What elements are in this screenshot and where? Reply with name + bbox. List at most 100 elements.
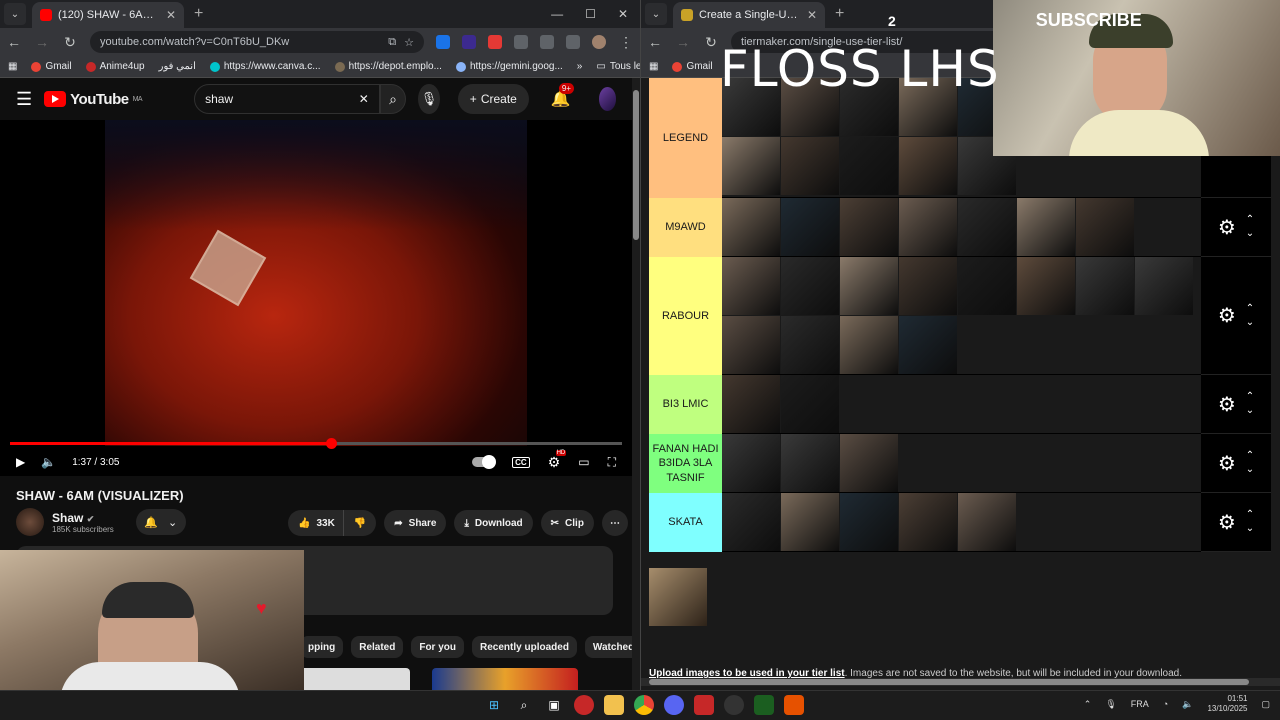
download-button[interactable]: ⤓ Download [454,510,533,536]
chevron-down-icon[interactable]: ⌄ [1246,465,1254,475]
chrome-icon[interactable] [634,695,654,715]
bookmark-gmail[interactable]: Gmail [31,61,72,72]
chevron-up-icon[interactable]: ⌃ [1246,510,1254,520]
url-field[interactable]: youtube.com/watch?v=C0nT6bU_DKw ⧉ ☆ [90,31,424,53]
back-icon[interactable]: ← [6,34,22,50]
bookmark-anime4up[interactable]: Anime4up [85,61,145,72]
progress-bar[interactable] [10,438,622,449]
apps-grid-icon[interactable]: ▦ [649,61,658,72]
forward-icon[interactable]: → [675,34,691,50]
tier-image-card[interactable] [781,198,839,256]
dislike-button[interactable]: 👎 [342,510,377,536]
tier-label[interactable]: FANAN HADI B3IDA 3LA TASNIF [649,434,722,493]
chevron-up-icon[interactable]: ⌃ [1246,392,1254,402]
close-tab-icon[interactable]: ✕ [166,8,176,22]
chevron-down-icon[interactable]: ⌄ [1246,406,1254,416]
chevron-up-icon[interactable]: ⌃ [1246,215,1254,225]
fullscreen-icon[interactable]: ⛶ [608,455,616,470]
file-explorer-icon[interactable] [604,695,624,715]
new-tab-icon[interactable]: + [835,5,844,23]
profile-avatar-icon[interactable] [592,35,606,49]
channel-name[interactable]: Shaw ✔ [52,511,114,525]
obs-icon[interactable] [724,695,744,715]
tier-image-card[interactable] [840,257,898,315]
microphone-icon[interactable]: 🎙 [418,84,440,114]
app-icon[interactable] [754,695,774,715]
tier-image-card[interactable] [722,257,780,315]
tier-label[interactable]: SKATA [649,493,722,552]
volume-icon[interactable]: 🔈 [41,455,56,469]
back-icon[interactable]: ← [647,34,663,50]
tier-image-card[interactable] [722,493,780,551]
extension-icon[interactable] [488,35,502,49]
new-tab-icon[interactable]: + [194,5,203,23]
windows-start-icon[interactable]: ⊞ [484,695,504,715]
search-input[interactable]: shaw ✕ [194,84,380,114]
captions-icon[interactable]: CC [512,456,530,468]
gear-icon[interactable]: ⚙ [1218,510,1236,535]
play-icon[interactable]: ▶ [16,455,25,469]
more-actions-button[interactable]: ⋯ [601,510,628,536]
chevron-down-icon[interactable]: ⌄ [1246,524,1254,534]
tier-image-card[interactable] [899,493,957,551]
tier-image-card[interactable] [899,257,957,315]
share-button[interactable]: ➦ Share [384,510,447,536]
tab-search-icon[interactable]: ⌄ [645,3,667,25]
kebab-menu-icon[interactable]: ⋮ [618,34,634,51]
task-view-icon[interactable]: ▣ [544,695,564,715]
close-tab-icon[interactable]: ✕ [807,8,817,22]
tier-image-card[interactable] [958,257,1016,315]
notifications-bell-icon[interactable]: 🔔 9+ [551,83,574,109]
media-icon[interactable] [566,35,580,49]
hamburger-menu-icon[interactable]: ☰ [16,89,32,110]
scrollbar-thumb[interactable] [649,679,1249,685]
notifications-icon[interactable]: ▢ [1261,699,1270,710]
tier-image-card[interactable] [781,316,839,374]
tier-image-card[interactable] [899,316,957,374]
tier-image-card[interactable] [781,137,839,195]
video-player[interactable]: ▶ 🔈 1:37 / 3:05 CC ⚙ HD ▭ ⛶ [0,120,632,476]
tier-image-card[interactable] [958,493,1016,551]
tier-image-card[interactable] [899,198,957,256]
page-scrollbar[interactable] [632,78,640,690]
clear-search-icon[interactable]: ✕ [359,92,369,106]
theater-mode-icon[interactable]: ▭ [578,455,589,469]
tier-image-card[interactable] [722,375,780,433]
minimize-icon[interactable]: — [551,7,563,21]
install-icon[interactable]: ⧉ [388,36,396,49]
tier-image-card[interactable] [1017,257,1075,315]
tier-image-card[interactable] [840,493,898,551]
tier-image-card[interactable] [840,434,898,492]
extension-icon[interactable] [436,35,450,49]
tier-image-card[interactable] [722,198,780,256]
volume-icon[interactable]: 🔈 [1182,699,1193,710]
extensions-puzzle-icon[interactable] [540,35,554,49]
bookmark-all-folder[interactable]: ▭Tous les favoris [596,61,640,72]
tier-image-card[interactable] [1017,198,1075,256]
like-button[interactable]: 👍 33K [288,510,343,536]
chevron-down-icon[interactable]: ⌄ [1246,317,1254,328]
video-thumbnail[interactable] [300,668,410,690]
app-icon[interactable] [574,695,594,715]
scrubber-handle[interactable] [325,438,337,449]
account-avatar[interactable] [598,87,616,111]
tier-label[interactable]: M9AWD [649,198,722,257]
channel-avatar[interactable] [16,508,44,536]
youtube-logo[interactable]: YouTube MA [44,91,143,108]
unranked-image-card[interactable] [649,568,707,626]
settings-gear-icon[interactable]: ⚙ HD [548,449,567,471]
bookmarks-more[interactable]: » [577,61,583,72]
search-icon[interactable]: ⌕ [379,84,407,114]
tier-image-card[interactable] [840,316,898,374]
discord-icon[interactable] [664,695,684,715]
chip-shopping[interactable]: pping [300,636,344,658]
extension-icon[interactable] [462,35,476,49]
tier-image-card[interactable] [722,316,780,374]
chip-related[interactable]: Related [351,636,404,658]
create-button[interactable]: + Create [457,84,529,114]
tab-search-icon[interactable]: ⌄ [4,3,26,25]
bookmark-canva[interactable]: https://www.canva.c... [209,61,321,72]
tier-image-card[interactable] [958,198,1016,256]
gear-icon[interactable]: ⚙ [1218,451,1236,476]
chevron-up-icon[interactable]: ⌃ [1246,451,1254,461]
